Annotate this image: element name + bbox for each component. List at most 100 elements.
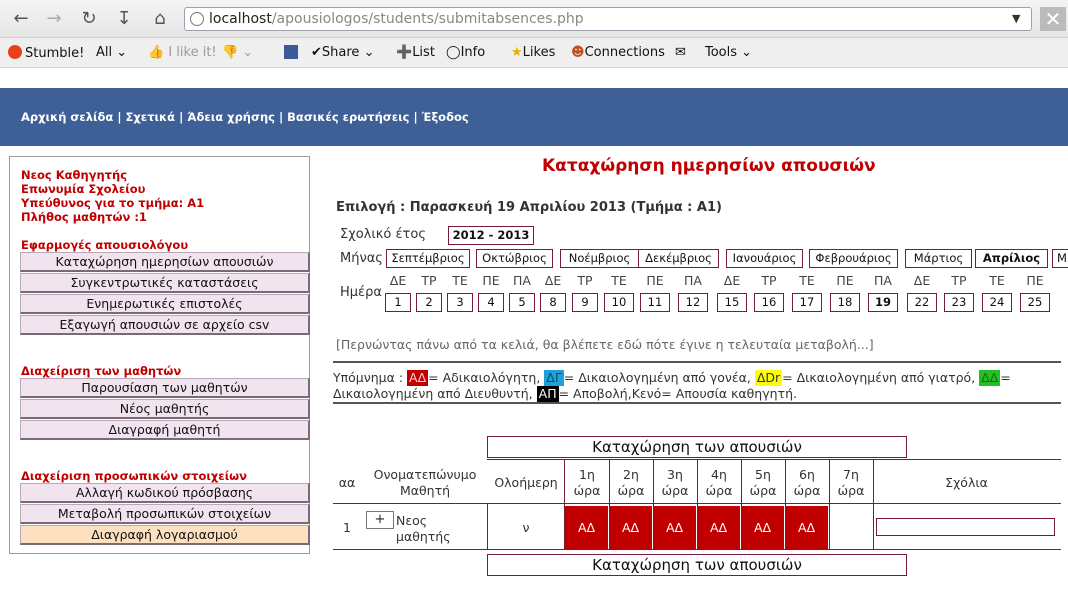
month-button[interactable]: Οκτώβριος bbox=[476, 249, 553, 268]
list-button[interactable]: ➕List bbox=[396, 45, 435, 60]
tools-label: Tools bbox=[705, 45, 738, 60]
absence-cell[interactable]: ΑΔ bbox=[741, 506, 784, 550]
month-button[interactable]: Νοέμβριος bbox=[560, 249, 639, 268]
day-name: ΠΕ bbox=[1026, 273, 1044, 288]
month-button[interactable]: Ιανουάριος bbox=[726, 249, 803, 268]
divider bbox=[333, 361, 1061, 363]
absence-cell[interactable]: ΑΔ bbox=[785, 506, 828, 550]
day-button[interactable]: 15 bbox=[717, 293, 747, 312]
sidebar-item-summary-reports[interactable]: Συγκεντρωτικές καταστάσεις bbox=[20, 273, 310, 293]
day-button[interactable]: 18 bbox=[830, 293, 860, 312]
chevron-down-icon[interactable]: ▼ bbox=[1012, 12, 1020, 25]
day-button[interactable]: 23 bbox=[944, 293, 974, 312]
day-button[interactable]: 4 bbox=[478, 293, 504, 312]
month-button[interactable]: Σεπτέμβριος bbox=[386, 249, 470, 268]
facebook-button[interactable] bbox=[284, 45, 301, 61]
sidebar-item-submit-absences[interactable]: Καταχώρηση ημερησίων απουσιών bbox=[20, 252, 310, 272]
day-button[interactable]: 25 bbox=[1020, 293, 1050, 312]
day-name: ΤΕ bbox=[611, 273, 627, 288]
stamp-icon-button[interactable]: ✉ bbox=[675, 45, 686, 60]
legend-swatch-parent: ΔΓ bbox=[544, 370, 564, 386]
day-button[interactable]: 3 bbox=[447, 293, 473, 312]
chevron-down-icon: ⌄ bbox=[242, 45, 254, 60]
legend-swatch-expulsion: ΑΠ bbox=[536, 386, 559, 402]
day-button[interactable]: 17 bbox=[792, 293, 822, 312]
column-header-hour: 7η ώρα bbox=[837, 467, 865, 498]
chevron-down-icon: ⌄ bbox=[741, 45, 753, 60]
home-icon[interactable]: ⌂ bbox=[148, 7, 172, 31]
day-button[interactable]: 22 bbox=[907, 293, 937, 312]
column-header-hour: 6η ώρα bbox=[793, 467, 821, 498]
sidebar-item-export-csv[interactable]: Εξαγωγή απουσιών σε αρχείο csv bbox=[20, 315, 310, 335]
list-label: List bbox=[412, 45, 435, 60]
day-button[interactable]: 19 bbox=[868, 293, 898, 312]
reload-icon[interactable]: ↻ bbox=[77, 7, 101, 31]
school-year-button[interactable]: 2012 - 2013 bbox=[448, 226, 534, 245]
likes-label: Likes bbox=[522, 45, 556, 60]
connections-button[interactable]: ☻Connections bbox=[571, 45, 665, 60]
back-arrow-icon[interactable]: ← bbox=[9, 7, 33, 31]
absence-cell[interactable]: ΑΔ bbox=[609, 506, 652, 550]
absence-cell[interactable]: ΑΔ bbox=[653, 506, 696, 550]
day-button[interactable]: 24 bbox=[982, 293, 1012, 312]
month-button[interactable]: Μ bbox=[1052, 249, 1068, 268]
day-button[interactable]: 8 bbox=[540, 293, 566, 312]
school-name: Επωνυμία Σχολείου bbox=[21, 182, 146, 196]
info-button[interactable]: ◯Info bbox=[446, 45, 485, 60]
share-label: Share bbox=[321, 45, 360, 60]
like-button[interactable]: 👍 I like it! bbox=[148, 45, 217, 60]
month-button[interactable]: Φεβρουάριος bbox=[809, 249, 898, 268]
column-header-hour: 5η ώρα bbox=[749, 467, 777, 498]
facebook-icon bbox=[284, 45, 298, 59]
day-button[interactable]: 2 bbox=[416, 293, 442, 312]
stumble-button[interactable]: Stumble! bbox=[8, 45, 84, 61]
top-navigation[interactable]: Αρχική σελίδα | Σχετικά | Άδεια χρήσης |… bbox=[21, 110, 469, 124]
user-name: Νεος Καθηγητής bbox=[21, 168, 128, 182]
download-icon[interactable]: ↧ bbox=[112, 7, 136, 31]
divider bbox=[333, 402, 1061, 404]
sidebar-item-show-students[interactable]: Παρουσίαση των μαθητών bbox=[20, 378, 310, 398]
day-name: ΤΕ bbox=[799, 273, 815, 288]
close-icon[interactable]: ✕ bbox=[1040, 7, 1066, 31]
day-button[interactable]: 10 bbox=[604, 293, 634, 312]
browser-navigation-bar: ← → ↻ ↧ ⌂ localhost/apousiologos/student… bbox=[0, 0, 1068, 38]
month-button[interactable]: Δεκέμβριος bbox=[638, 249, 719, 268]
sidebar-item-delete-student[interactable]: Διαγραφή μαθητή bbox=[20, 420, 310, 440]
day-button[interactable]: 11 bbox=[640, 293, 670, 312]
day-button[interactable]: 5 bbox=[509, 293, 535, 312]
likes-button[interactable]: ★Likes bbox=[511, 45, 555, 60]
column-header-hour: 2η ώρα bbox=[617, 467, 645, 498]
absence-cell[interactable]: ΑΔ bbox=[697, 506, 740, 550]
url-bar[interactable]: localhost/apousiologos/students/submitab… bbox=[184, 7, 1032, 31]
sidebar-item-letters[interactable]: Ενημερωτικές επιστολές bbox=[20, 294, 310, 314]
last-change-hint: [Περνώντας πάνω από τα κελιά, θα βλέπετε… bbox=[336, 337, 874, 352]
day-button[interactable]: 9 bbox=[572, 293, 598, 312]
month-button[interactable]: Μάρτιος bbox=[905, 249, 972, 268]
day-name: ΔΕ bbox=[913, 273, 931, 288]
day-name: ΔΕ bbox=[544, 273, 562, 288]
day-button[interactable]: 16 bbox=[754, 293, 784, 312]
legend-text: = Αδικαιολόγητη, bbox=[428, 370, 541, 385]
sidebar-item-new-student[interactable]: Νέος μαθητής bbox=[20, 399, 310, 419]
sidebar-item-delete-account[interactable]: Διαγραφή λογαριασμού bbox=[20, 525, 310, 545]
legend-text: = Δικαιολογημένη από γιατρό, bbox=[782, 370, 976, 385]
legend-prefix: Υπόμνημα : bbox=[333, 370, 404, 385]
connections-label: Connections bbox=[584, 45, 665, 60]
share-button[interactable]: ✔Share ⌄ bbox=[311, 45, 374, 60]
day-name: ΔΕ bbox=[723, 273, 741, 288]
tools-dropdown[interactable]: Tools ⌄ bbox=[705, 45, 752, 60]
day-button[interactable]: 1 bbox=[385, 293, 411, 312]
column-header-fullday: Ολοήμερη bbox=[494, 475, 558, 490]
forward-arrow-icon[interactable]: → bbox=[42, 7, 66, 31]
all-dropdown[interactable]: All ⌄ bbox=[96, 45, 127, 60]
month-button[interactable]: Απρίλιος bbox=[975, 249, 1048, 268]
legend-swatch-unjustified: ΑΔ bbox=[407, 370, 429, 386]
sidebar-item-edit-personal[interactable]: Μεταβολή προσωπικών στοιχείων bbox=[20, 504, 310, 524]
day-button[interactable]: 12 bbox=[678, 293, 708, 312]
dislike-button[interactable]: 👎 ⌄ bbox=[222, 45, 253, 60]
absence-cell[interactable]: ΑΔ bbox=[565, 506, 608, 550]
comment-input[interactable] bbox=[876, 518, 1055, 536]
day-name: ΤΡ bbox=[421, 273, 437, 288]
fullday-value[interactable]: ν bbox=[488, 520, 564, 536]
sidebar-item-change-password[interactable]: Αλλαγή κωδικού πρόσβασης bbox=[20, 483, 310, 503]
